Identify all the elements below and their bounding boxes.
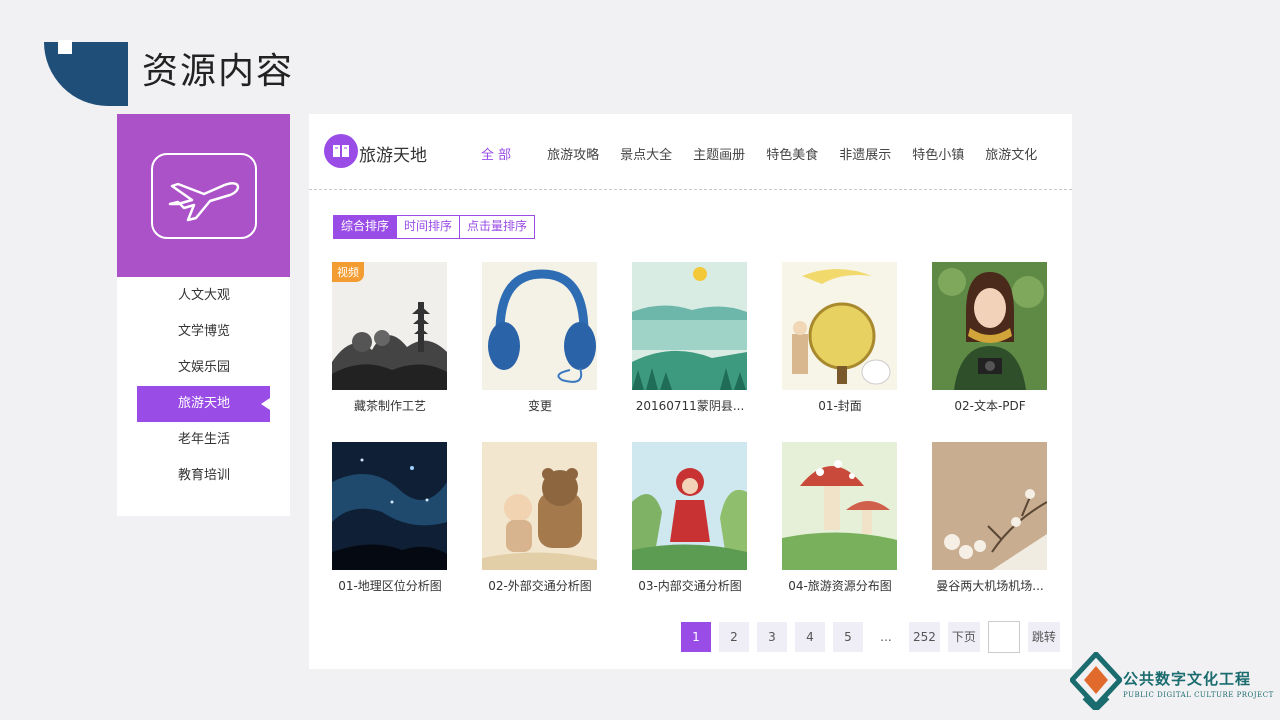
title-decoration-square <box>58 40 72 54</box>
resource-card[interactable]: 04-旅游资源分布图 <box>782 442 897 594</box>
logo-chinese-text: 公共数字文化工程 <box>1123 670 1252 688</box>
tab-characteristic-towns[interactable]: 特色小镇 <box>912 144 964 163</box>
tab-travel-guides[interactable]: 旅游攻略 <box>547 144 599 163</box>
resource-card[interactable]: 01-封面 <box>782 262 897 414</box>
resource-card[interactable]: 20160711蒙阴县... <box>632 262 747 414</box>
sidebar-item-entertainment[interactable]: 文娱乐园 <box>117 350 290 386</box>
card-title: 01-地理区位分析图 <box>338 579 442 593</box>
card-title: 02-文本-PDF <box>954 399 1026 413</box>
logo-english-text: PUBLIC DIGITAL CULTURE PROJECT <box>1123 691 1274 699</box>
sort-clicks-button[interactable]: 点击量排序 <box>459 216 535 238</box>
card-title: 藏茶制作工艺 <box>353 399 426 413</box>
sidebar-item-literature[interactable]: 文学博览 <box>117 314 290 350</box>
page-ellipsis: ... <box>880 630 892 644</box>
resource-card[interactable]: 曼谷两大机场机场... <box>932 442 1047 594</box>
thumbnail-starry-night <box>332 442 447 570</box>
thumbnail-mushroom-house <box>782 442 897 570</box>
category-tabs: 全 部 旅游攻略 景点大全 主题画册 特色美食 非遗展示 特色小镇 旅游文化 <box>481 144 1058 163</box>
pagination: 1 2 3 4 5 ... 252 下页 跳转 <box>681 621 1068 653</box>
sidebar-item-culture[interactable]: 人文大观 <box>117 278 290 314</box>
page-5-button[interactable]: 5 <box>833 622 863 652</box>
resource-card[interactable]: 01-地理区位分析图 <box>332 442 447 594</box>
book-icon <box>324 134 358 168</box>
page-last-button[interactable]: 252 <box>909 622 940 652</box>
tab-attractions[interactable]: 景点大全 <box>620 144 672 163</box>
title-decoration <box>44 42 128 106</box>
sort-options: 综合排序 时间排序 点击量排序 <box>333 215 536 239</box>
card-title: 20160711蒙阴县... <box>635 399 745 413</box>
card-title: 04-旅游资源分布图 <box>788 579 892 593</box>
video-badge: 视频 <box>332 262 364 282</box>
thumbnail-ink-pagoda: 视频 <box>332 262 447 390</box>
sort-comprehensive-button[interactable]: 综合排序 <box>334 216 397 238</box>
sidebar-item-senior-life[interactable]: 老年生活 <box>117 422 290 458</box>
tab-travel-culture[interactable]: 旅游文化 <box>985 144 1037 163</box>
slide-title: 资源内容 <box>142 51 295 92</box>
sidebar-item-travel[interactable]: 旅游天地 <box>137 386 270 422</box>
card-title: 01-封面 <box>818 399 862 413</box>
thumbnail-plum-blossom <box>932 442 1047 570</box>
card-title: 变更 <box>527 399 552 413</box>
plane-icon <box>150 152 257 239</box>
sidebar-item-education[interactable]: 教育培训 <box>117 458 290 494</box>
tab-all[interactable]: 全 部 <box>481 144 511 163</box>
public-digital-culture-logo: 公共数字文化工程 PUBLIC DIGITAL CULTURE PROJECT <box>1070 652 1280 712</box>
sort-time-button[interactable]: 时间排序 <box>396 216 460 238</box>
logo-icon <box>1070 652 1122 710</box>
resource-card[interactable]: 变更 <box>482 262 597 414</box>
top-bar: 旅游天地 全 部 旅游攻略 景点大全 主题画册 特色美食 非遗展示 特色小镇 旅… <box>309 114 1072 190</box>
card-title: 曼谷两大机场机场... <box>936 579 1044 593</box>
page-3-button[interactable]: 3 <box>757 622 787 652</box>
resource-card[interactable]: 02-文本-PDF <box>932 262 1047 414</box>
thumbnail-red-hood <box>632 442 747 570</box>
resource-card[interactable]: 02-外部交通分析图 <box>482 442 597 594</box>
page-jump-input[interactable] <box>987 621 1020 653</box>
category-sidebar: 人文大观 文学博览 文娱乐园 旅游天地 老年生活 教育培训 <box>117 114 290 516</box>
thumbnail-bear-girl <box>482 442 597 570</box>
sidebar-menu: 人文大观 文学博览 文娱乐园 旅游天地 老年生活 教育培训 <box>117 277 290 494</box>
thumbnail-headphones <box>482 262 597 390</box>
resource-card[interactable]: 03-内部交通分析图 <box>632 442 747 594</box>
card-title: 03-内部交通分析图 <box>638 579 742 593</box>
section-brand-title: 旅游天地 <box>359 146 427 166</box>
thumbnail-lake-landscape <box>632 262 747 390</box>
tab-intangible-heritage[interactable]: 非遗展示 <box>839 144 891 163</box>
page-2-button[interactable]: 2 <box>719 622 749 652</box>
sidebar-hero <box>117 114 290 277</box>
tab-theme-albums[interactable]: 主题画册 <box>693 144 745 163</box>
tab-local-food[interactable]: 特色美食 <box>766 144 818 163</box>
page-1-button[interactable]: 1 <box>681 622 711 652</box>
thumbnail-globe-girl <box>782 262 897 390</box>
thumbnail-girl-camera <box>932 262 1047 390</box>
resource-card[interactable]: 视频 藏茶制作工艺 <box>332 262 447 414</box>
jump-button[interactable]: 跳转 <box>1027 622 1060 652</box>
page-4-button[interactable]: 4 <box>795 622 825 652</box>
card-title: 02-外部交通分析图 <box>488 579 592 593</box>
next-page-button[interactable]: 下页 <box>947 622 980 652</box>
main-panel: 旅游天地 全 部 旅游攻略 景点大全 主题画册 特色美食 非遗展示 特色小镇 旅… <box>309 114 1072 669</box>
